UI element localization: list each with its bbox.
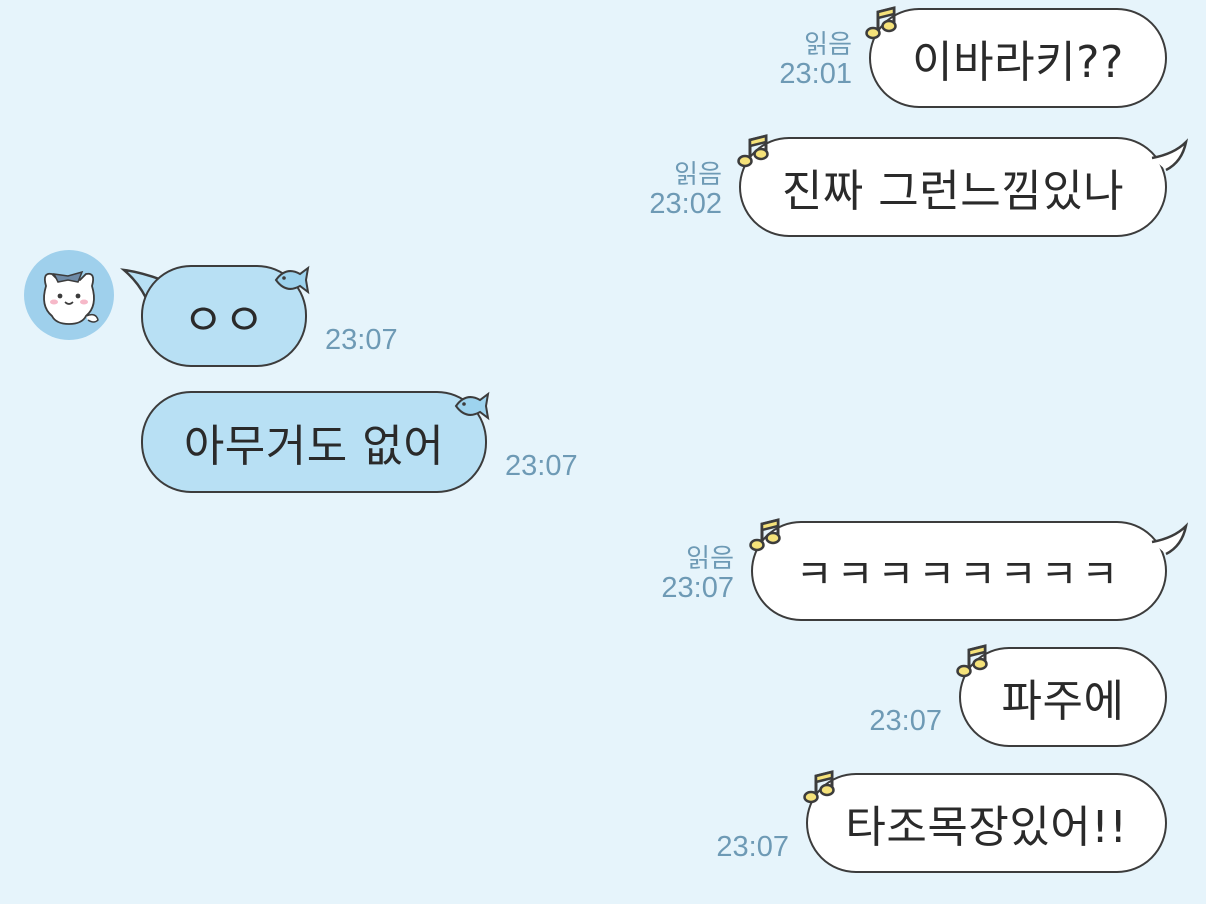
message-meta: 23:07 <box>850 705 942 737</box>
message-meta: 읽음 23:07 <box>642 544 734 604</box>
outgoing-message-bubble[interactable]: ㅋㅋㅋㅋㅋㅋㅋㅋ <box>751 521 1167 621</box>
outgoing-message-bubble[interactable]: 타조목장있어!! <box>806 773 1167 873</box>
timestamp: 23:07 <box>869 705 942 737</box>
timestamp: 23:01 <box>779 58 852 90</box>
fish-icon <box>274 265 310 295</box>
message-meta: 23:07 <box>325 324 425 356</box>
message-text: ㅇㅇ <box>183 295 265 346</box>
message-text: 이바라키?? <box>912 37 1124 88</box>
message-text: 타조목장있어!! <box>845 802 1128 853</box>
read-receipt: 읽음 <box>674 159 722 189</box>
timestamp: 23:07 <box>716 831 789 863</box>
message-text: 진짜 그런느낌있나 <box>781 166 1125 217</box>
white-cat-character-icon <box>43 270 99 325</box>
music-note-icon <box>865 6 897 40</box>
music-note-icon <box>956 644 988 678</box>
incoming-message-bubble[interactable]: 아무거도 없어 <box>141 391 487 493</box>
message-meta: 23:07 <box>505 450 605 482</box>
timestamp: 23:07 <box>325 324 398 356</box>
fish-icon <box>454 391 490 421</box>
read-receipt: 읽음 <box>686 543 734 573</box>
message-text: 아무거도 없어 <box>183 421 445 472</box>
contact-avatar[interactable] <box>24 250 114 340</box>
message-text: ㅋㅋㅋㅋㅋㅋㅋㅋ <box>795 552 1123 598</box>
music-note-icon <box>737 134 769 168</box>
outgoing-message-bubble[interactable]: 진짜 그런느낌있나 <box>739 137 1167 237</box>
music-note-icon <box>749 518 781 552</box>
music-note-icon <box>803 770 835 804</box>
read-receipt: 읽음 <box>804 29 852 59</box>
timestamp: 23:07 <box>505 450 578 482</box>
message-meta: 23:07 <box>697 831 789 863</box>
message-meta: 읽음 23:01 <box>760 30 852 90</box>
message-meta: 읽음 23:02 <box>630 160 722 220</box>
message-text: 파주에 <box>1001 676 1125 727</box>
bubble-tail <box>1151 522 1189 556</box>
timestamp: 23:02 <box>649 188 722 220</box>
bubble-tail <box>1151 138 1189 172</box>
timestamp: 23:07 <box>661 572 734 604</box>
outgoing-message-bubble[interactable]: 이바라키?? <box>869 8 1167 108</box>
